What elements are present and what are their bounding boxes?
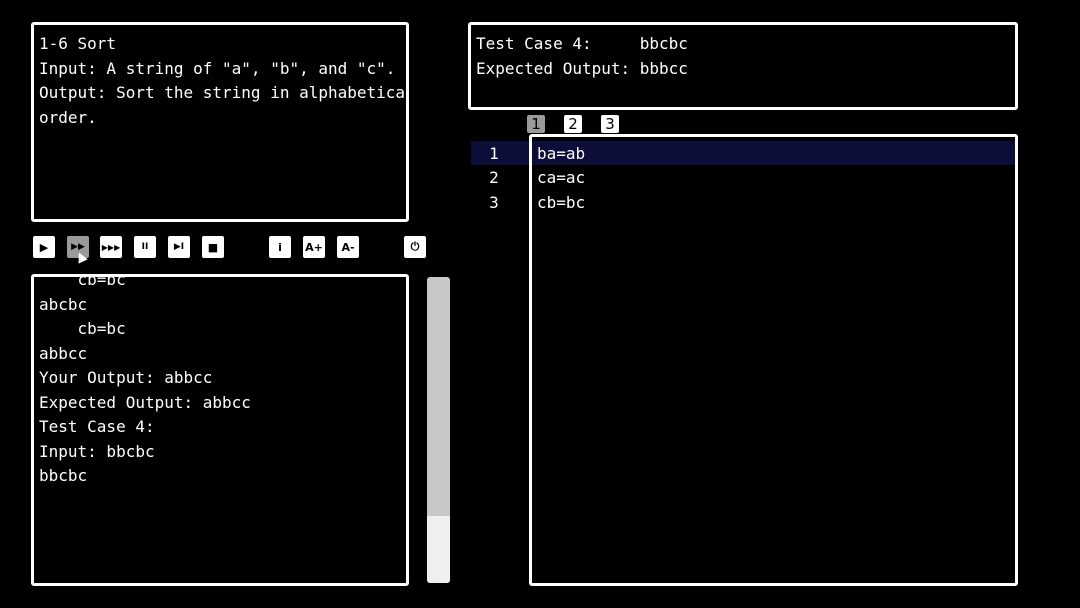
console-output-panel: cb=bc abcbc cb=bc abbcc Your Output: abb… — [31, 274, 409, 586]
scrollbar-thumb[interactable] — [427, 516, 450, 583]
code-line[interactable]: ba=ab — [537, 142, 585, 167]
console-lines: cb=bc abcbc cb=bc abbcc Your Output: abb… — [39, 274, 251, 489]
problem-input-text: Input: A string of "a", "b", and "c". — [39, 58, 396, 78]
test-case-label: Test Case 4: bbcbc — [476, 34, 688, 53]
step-button[interactable]: ▶I — [168, 236, 190, 258]
font-decrease-button[interactable]: A- — [337, 236, 359, 258]
code-editor[interactable] — [529, 134, 1018, 586]
console-line: Your Output: abbcc — [39, 368, 213, 387]
font-increase-button[interactable]: A+ — [303, 236, 325, 258]
problem-output-text-cont: order. — [39, 107, 97, 127]
console-line: abcbc — [39, 294, 88, 314]
console-line: cb=bc — [39, 274, 126, 289]
expected-output-label: Expected Output: bbbcc — [476, 58, 688, 78]
play-button[interactable]: ▶ — [33, 236, 55, 258]
console-line: bbcbc — [39, 466, 88, 485]
power-button[interactable]: ⏻ — [404, 236, 426, 258]
line-number: 3 — [489, 193, 499, 212]
pause-button[interactable]: II — [134, 236, 156, 258]
stop-button[interactable]: ■ — [202, 236, 224, 258]
tab-1[interactable]: 1 — [527, 115, 545, 133]
line-number: 1 — [489, 144, 499, 163]
tab-3[interactable]: 3 — [601, 115, 619, 133]
console-line: cb=bc — [39, 319, 126, 338]
problem-output-text: Output: Sort the string in alphabetical — [39, 83, 409, 102]
problem-description-panel: 1-6 Sort Input: A string of "a", "b", an… — [31, 22, 409, 222]
code-line[interactable]: cb=bc — [537, 191, 585, 216]
tab-2[interactable]: 2 — [564, 115, 582, 133]
console-line: Input: bbcbc — [39, 441, 155, 461]
console-scrollbar[interactable] — [427, 277, 450, 583]
console-line: Test Case 4: — [39, 417, 155, 436]
code-line[interactable]: ca=ac — [537, 166, 585, 191]
fastest-button[interactable]: ▶▶▶ — [100, 236, 122, 258]
test-case-panel: Test Case 4: bbcbc Expected Output: bbbc… — [468, 22, 1018, 110]
line-number: 2 — [489, 168, 499, 187]
console-line: abbcc — [39, 343, 88, 363]
info-button[interactable]: i — [269, 236, 291, 258]
console-line: Expected Output: abbcc — [39, 392, 251, 412]
problem-title: 1-6 Sort — [39, 34, 117, 53]
